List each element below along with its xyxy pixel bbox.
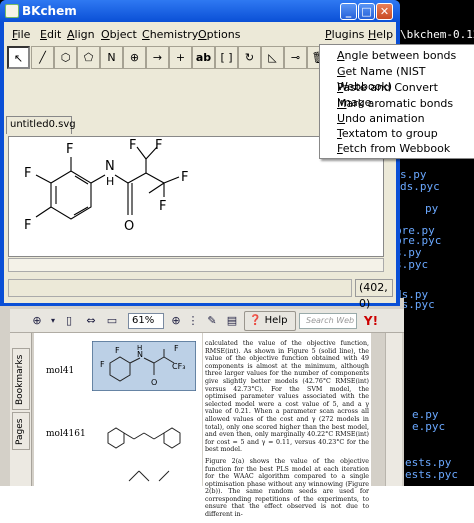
pdf-vertical-scrollbar[interactable] xyxy=(385,333,402,486)
mol41-structure: F F N H F CF₃ O xyxy=(92,341,196,391)
cursor-coordinates: (402, 0) xyxy=(355,279,393,310)
mol-label: mol41 xyxy=(46,366,75,376)
atom-label: CF₃ xyxy=(172,362,185,371)
fit-page-icon[interactable]: ▯ xyxy=(60,312,78,330)
mark-tool-icon[interactable]: ⊸ xyxy=(284,46,307,69)
atom-n-tool-icon[interactable]: N xyxy=(100,46,123,69)
terminal-line: ds.pyc xyxy=(400,180,440,193)
atom-label: F xyxy=(129,138,136,153)
yahoo-icon[interactable]: Y! xyxy=(362,312,380,330)
atom-label: F xyxy=(100,360,105,369)
separator-icon: ⋮ xyxy=(187,314,199,327)
menu-item-paste-and-convert-image[interactable]: Paste and Convert Image xyxy=(319,80,474,109)
document-icon[interactable]: ▤ xyxy=(223,312,241,330)
atom-label: F xyxy=(115,346,120,355)
menu-align[interactable]: Align xyxy=(67,28,95,41)
menu-options[interactable]: Options xyxy=(198,28,240,41)
atom-label: O xyxy=(124,219,134,234)
menu-help[interactable]: Help xyxy=(368,28,393,41)
fit-width-icon[interactable]: ⇔ xyxy=(82,312,100,330)
menu-item-mark-aromatic-bonds[interactable]: Mark aromatic bonds xyxy=(319,96,474,111)
atom-label: F xyxy=(181,170,188,185)
edit-arrow-icon[interactable]: ↖ xyxy=(7,46,30,69)
bond-align-tool-icon[interactable]: ◺ xyxy=(261,46,284,69)
hexagon-ring-icon[interactable]: ⬡ xyxy=(54,46,77,69)
zoom-level-input[interactable]: 61% xyxy=(128,313,164,329)
mol-label: mol4161 xyxy=(46,429,86,439)
app-icon xyxy=(5,4,19,18)
actual-size-icon[interactable]: ▭ xyxy=(103,312,121,330)
close-button[interactable]: ✕ xyxy=(376,3,393,20)
atom-label: F xyxy=(155,138,162,153)
menu-chemistry[interactable]: Chemistry xyxy=(142,28,198,41)
paragraph: calculated the value of the objective fu… xyxy=(205,340,369,454)
window-title: BKchem xyxy=(22,4,77,18)
rotate-tool-icon[interactable]: ↻ xyxy=(238,46,261,69)
zoom-select-icon[interactable]: ⊕ xyxy=(167,312,185,330)
arrow-tool-icon[interactable]: → xyxy=(146,46,169,69)
bond-tool-icon[interactable]: ╱ xyxy=(31,46,54,69)
charge-tool-icon[interactable]: ⊕ xyxy=(123,46,146,69)
help-label: Help xyxy=(264,315,288,326)
paragraph: Figure 2(a) shows the value of the objec… xyxy=(205,457,369,519)
brackets-tool-icon[interactable]: [ ] xyxy=(215,46,238,69)
help-button[interactable]: ❓ Help ▾ xyxy=(244,311,296,344)
text-tool-icon[interactable]: ab xyxy=(192,46,215,69)
terminal-line: e.pyc xyxy=(412,420,446,433)
atom-label: F xyxy=(159,199,166,214)
mol-structure-partial xyxy=(128,470,170,482)
menu-item-fetch-from-webbook[interactable]: Fetch from Webbook xyxy=(319,141,474,156)
menu-file[interactable]: File xyxy=(12,28,30,41)
atom-label: F xyxy=(174,344,179,353)
atom-label: H xyxy=(106,175,114,188)
menu-edit[interactable]: Edit xyxy=(40,28,61,41)
menu-item-get-name[interactable]: Get Name (NIST Webbook) xyxy=(319,64,474,93)
plus-tool-icon[interactable]: + xyxy=(169,46,192,69)
document-tab[interactable]: untitled0.svg xyxy=(6,116,76,134)
pdf-page-left: mol41 mol4161 F F N H F CF₃ O xyxy=(34,333,202,486)
pentagon-ring-icon[interactable]: ⬠ xyxy=(77,46,100,69)
maximize-button[interactable]: □ xyxy=(358,3,375,20)
menu-item-undo-animation[interactable]: Undo animation xyxy=(319,111,474,126)
canvas-horizontal-scrollbar[interactable] xyxy=(8,258,384,272)
terminal-line: py xyxy=(425,202,439,215)
paper-text: calculated the value of the objective fu… xyxy=(205,340,369,523)
pages-tab[interactable]: Pages xyxy=(12,412,30,450)
atom-label: H xyxy=(137,344,142,352)
sign-icon[interactable]: ✎ xyxy=(203,312,221,330)
terminal-line: \bkchem-0.12 xyxy=(400,28,474,41)
atom-label: F xyxy=(24,166,31,181)
menu-item-angle-between-bonds[interactable]: Angle between bonds xyxy=(319,48,474,63)
search-web-input[interactable]: Search Web xyxy=(299,313,357,329)
terminal-line: ests.pyc xyxy=(405,468,458,481)
atom-label: F xyxy=(66,142,73,157)
status-message xyxy=(8,279,352,297)
atom-label: F xyxy=(24,218,31,233)
minimize-button[interactable]: _ xyxy=(340,3,357,20)
atom-label: O xyxy=(151,378,157,387)
help-icon: ❓ xyxy=(249,315,262,326)
menu-object[interactable]: Object xyxy=(101,28,137,41)
atom-label: N xyxy=(105,159,115,174)
mol4161-structure xyxy=(107,427,181,449)
menu-plugins[interactable]: Plugins xyxy=(325,28,364,41)
bookmarks-tab[interactable]: Bookmarks xyxy=(12,348,30,410)
menu-item-textatom-to-group[interactable]: Textatom to group xyxy=(319,126,474,141)
